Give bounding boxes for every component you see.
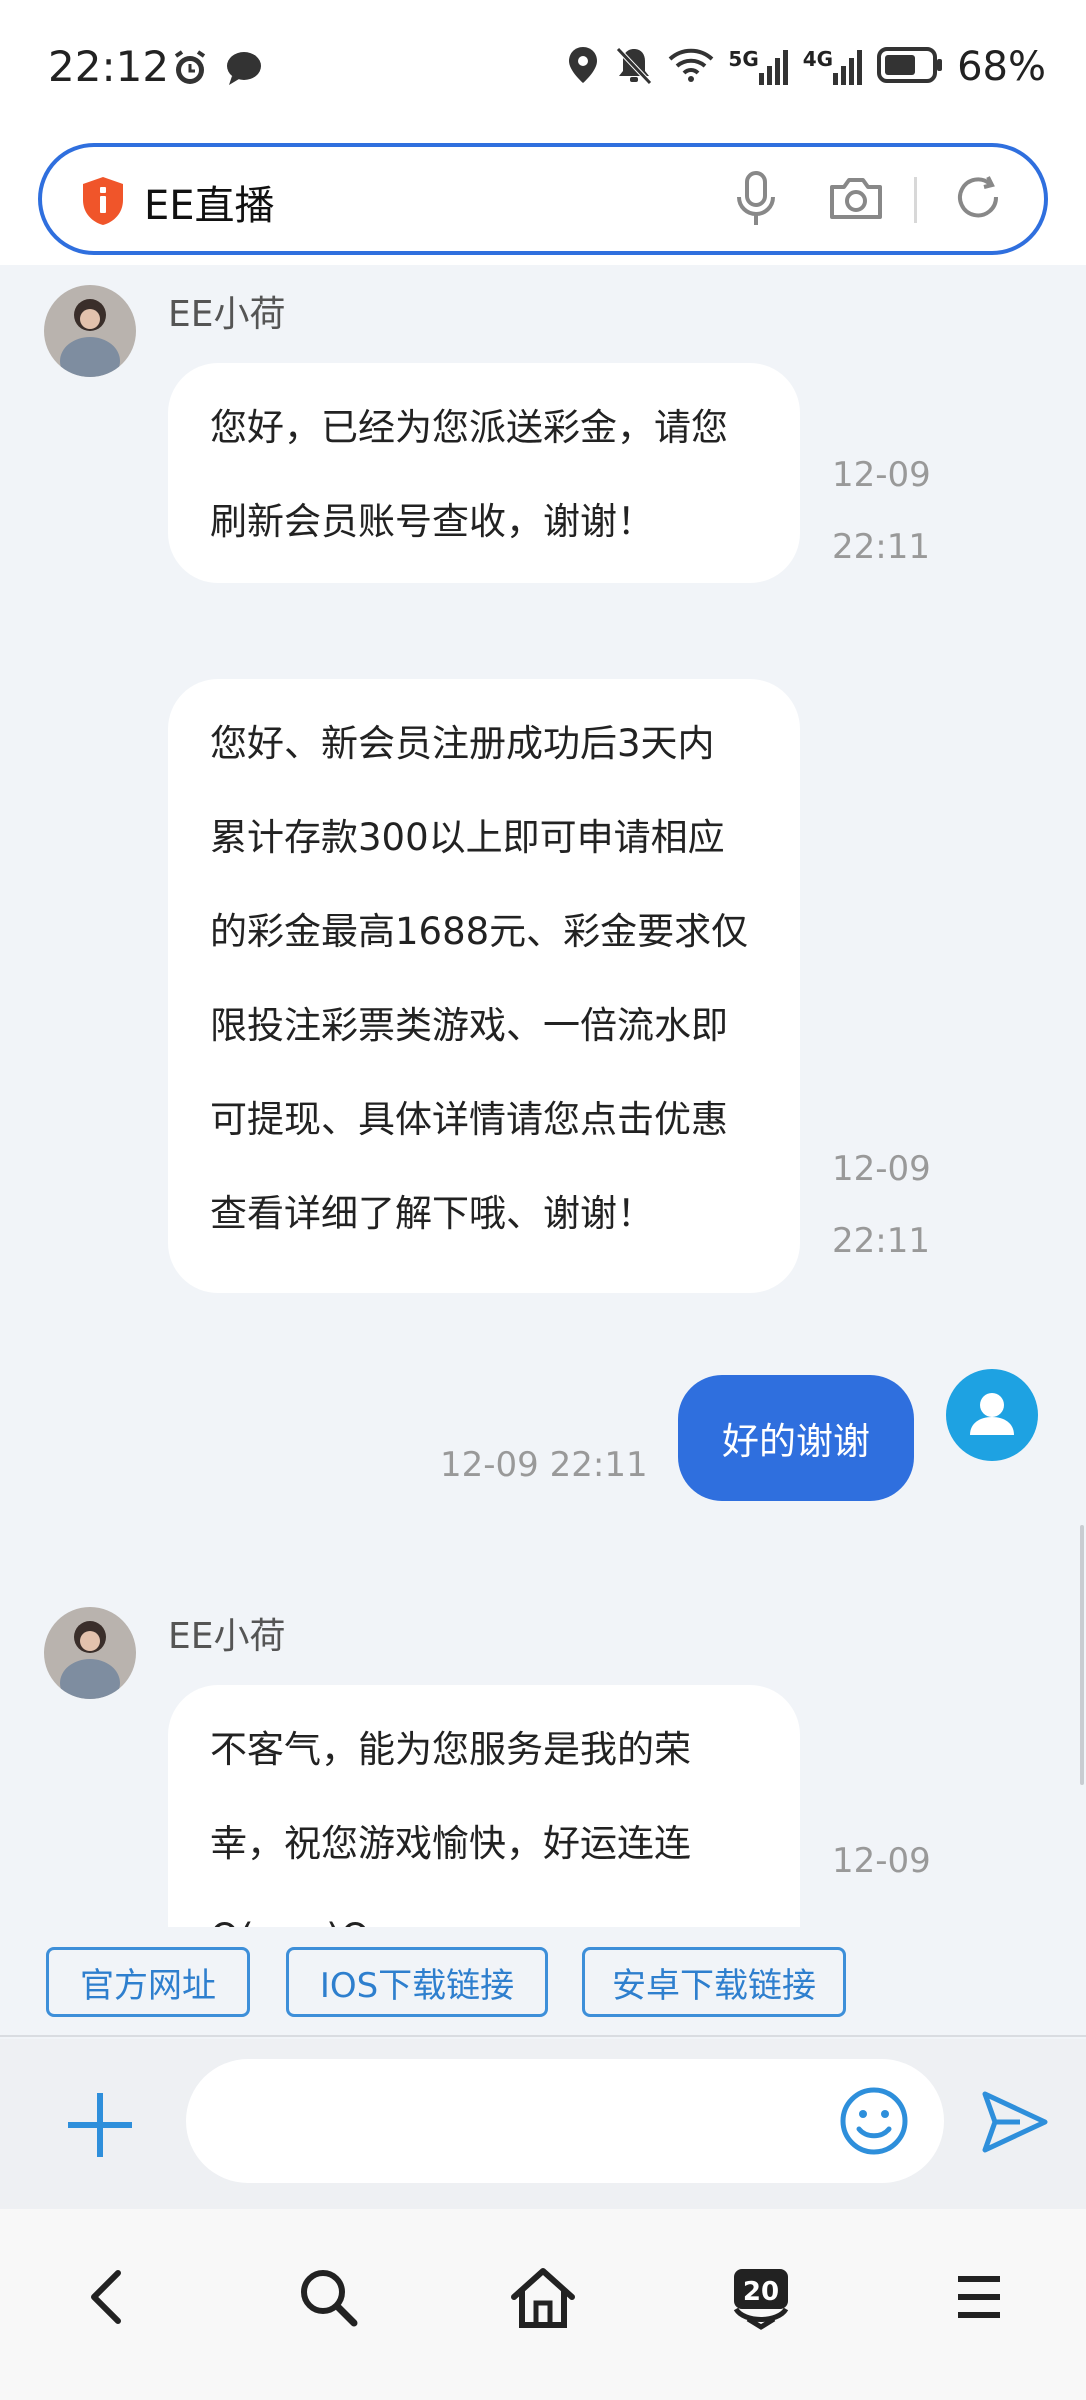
sender-name: EE小荷 bbox=[168, 1616, 286, 1657]
tabs-icon[interactable]: 20 bbox=[728, 2265, 794, 2335]
menu-icon[interactable] bbox=[954, 2265, 1004, 2333]
search-bar[interactable]: EE直播 bbox=[38, 143, 1048, 255]
message-time: 22:11 bbox=[832, 1221, 930, 1261]
message-date: 12-09 bbox=[832, 1841, 931, 1881]
camera-icon[interactable] bbox=[828, 173, 884, 227]
signal-icon bbox=[833, 50, 863, 85]
browser-address-area: EE直播 bbox=[0, 135, 1086, 265]
emoji-icon[interactable] bbox=[838, 2085, 910, 2161]
reload-icon[interactable] bbox=[952, 171, 1004, 227]
send-icon[interactable] bbox=[980, 2089, 1050, 2159]
home-icon[interactable] bbox=[508, 2265, 578, 2335]
signal-icon bbox=[758, 50, 788, 85]
ios-download-link-button[interactable]: IOS下载链接 bbox=[286, 1947, 548, 2017]
user-avatar[interactable] bbox=[946, 1369, 1038, 1461]
chat-scrollbar[interactable] bbox=[1080, 1525, 1084, 1785]
network-5g-label: 5G bbox=[728, 47, 759, 71]
status-bar: 22:12 5G 4G 68% bbox=[0, 0, 1086, 135]
chat-message-list[interactable]: EE小荷 您好，已经为您派送彩金，请您 刷新会员账号查收，谢谢！ 12-09 2… bbox=[0, 265, 1086, 1927]
agent-avatar[interactable] bbox=[44, 285, 136, 377]
alarm-icon bbox=[170, 48, 210, 92]
message-date: 12-09 bbox=[832, 455, 931, 495]
search-icon[interactable] bbox=[296, 2265, 360, 2333]
official-site-link-button[interactable]: 官方网址 bbox=[46, 1947, 250, 2017]
location-icon bbox=[566, 45, 600, 89]
battery-icon bbox=[877, 47, 943, 87]
message-time: 22:11 bbox=[832, 527, 930, 567]
message-input[interactable] bbox=[186, 2059, 944, 2183]
back-icon[interactable] bbox=[82, 2265, 132, 2333]
search-query-text[interactable]: EE直播 bbox=[144, 173, 275, 231]
message-input-row bbox=[0, 2039, 1086, 2209]
mute-bell-icon bbox=[614, 45, 654, 89]
agent-avatar[interactable] bbox=[44, 1607, 136, 1699]
quick-links-bar: 官方网址 IOS下载链接 安卓下载链接 bbox=[0, 1927, 1086, 2037]
android-download-link-button[interactable]: 安卓下载链接 bbox=[582, 1947, 846, 2017]
message-timestamp: 12-09 22:11 bbox=[440, 1445, 648, 1485]
browser-bottom-nav: 20 bbox=[0, 2209, 1086, 2400]
incoming-message-bubble[interactable]: 您好、新会员注册成功后3天内 累计存款300以上即可申请相应 的彩金最高1688… bbox=[168, 679, 800, 1293]
plus-icon[interactable] bbox=[64, 2089, 136, 2165]
wifi-icon bbox=[668, 47, 714, 87]
sender-name: EE小荷 bbox=[168, 294, 286, 335]
chat-bubble-icon bbox=[224, 48, 264, 92]
divider bbox=[914, 177, 917, 223]
incoming-message-bubble[interactable]: 您好，已经为您派送彩金，请您 刷新会员账号查收，谢谢！ bbox=[168, 363, 800, 583]
security-shield-icon[interactable] bbox=[80, 175, 126, 231]
microphone-icon[interactable] bbox=[734, 169, 778, 233]
network-4g-label: 4G bbox=[802, 47, 834, 71]
incoming-message-bubble[interactable]: 不客气，能为您服务是我的荣 幸，祝您游戏愉快，好运连连 O(∩_∩)O bbox=[168, 1685, 800, 1927]
outgoing-message-bubble[interactable]: 好的谢谢 bbox=[678, 1375, 914, 1501]
message-date: 12-09 bbox=[832, 1149, 931, 1189]
battery-percent: 68% bbox=[957, 44, 1046, 90]
svg-text:20: 20 bbox=[743, 2277, 779, 2307]
status-time: 22:12 bbox=[48, 42, 170, 91]
